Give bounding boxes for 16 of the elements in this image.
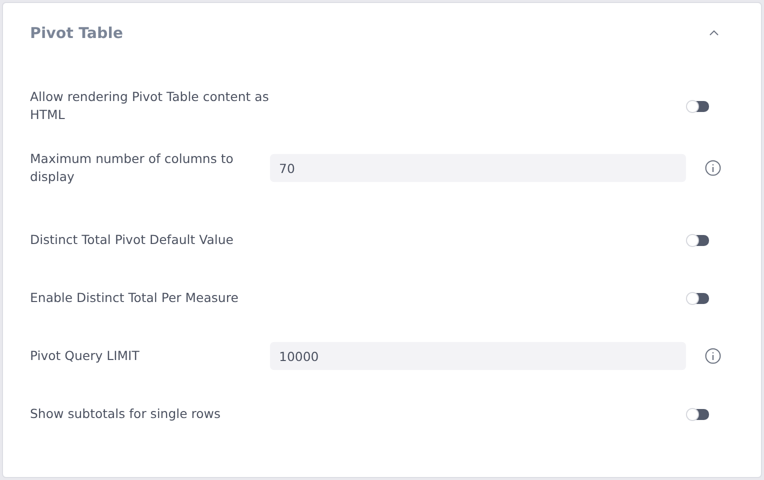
toggle-switch[interactable] (687, 234, 709, 246)
setting-label: Pivot Query LIMIT (30, 347, 140, 365)
info-icon[interactable] (705, 160, 721, 176)
toggle-switch[interactable] (687, 408, 709, 420)
setting-label: Allow rendering Pivot Table content as HTML (30, 88, 270, 124)
info-icon[interactable] (705, 348, 721, 364)
setting-label: Show subtotals for single rows (30, 405, 222, 423)
input-field[interactable]: 10000 (270, 342, 686, 370)
toggle-switch[interactable] (687, 292, 709, 304)
setting-label: Distinct Total Pivot Default Value (30, 231, 234, 249)
setting-label: Maximum number of columns to display (30, 150, 234, 186)
setting-label: Enable Distinct Total Per Measure (30, 289, 240, 307)
collapse-icon[interactable] (709, 30, 719, 36)
input-field[interactable]: 70 (270, 154, 686, 182)
toggle-switch[interactable] (687, 100, 709, 112)
section-title: Pivot Table (30, 24, 124, 42)
